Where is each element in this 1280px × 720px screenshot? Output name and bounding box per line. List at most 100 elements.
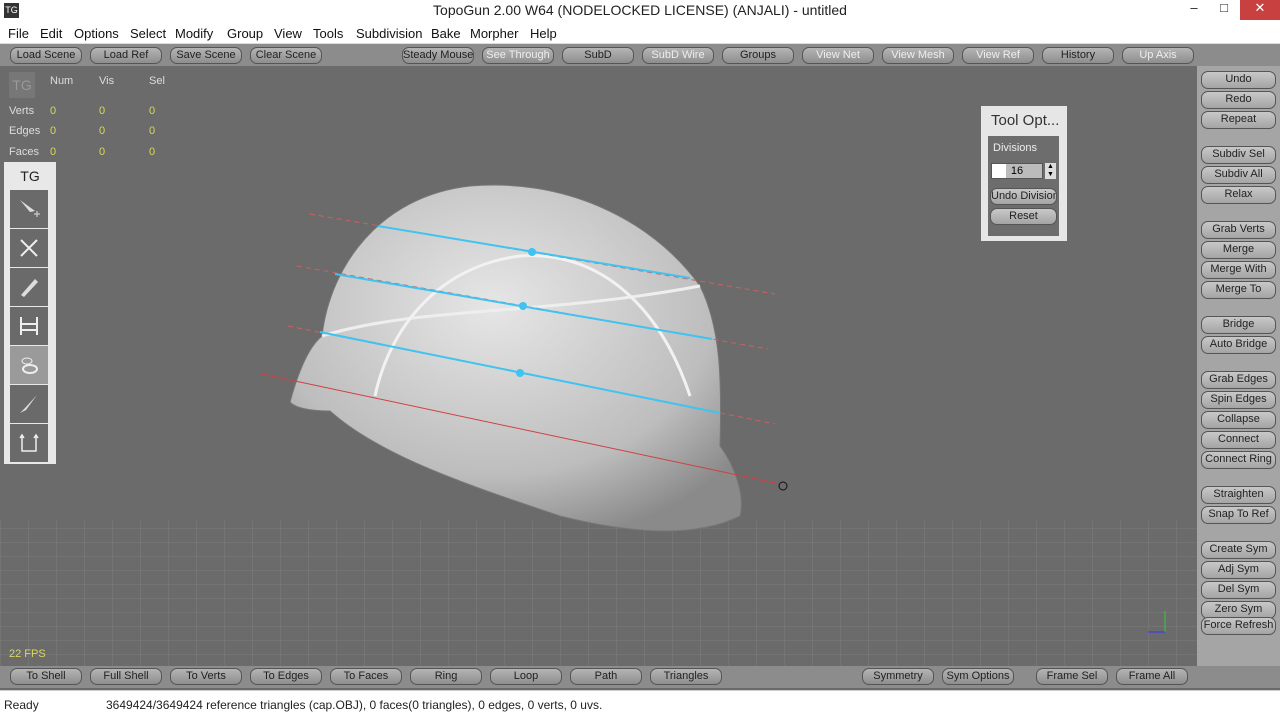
- symmetry-button[interactable]: Symmetry: [862, 668, 934, 685]
- extrude-tool-icon[interactable]: [10, 424, 48, 462]
- sym-options-button[interactable]: Sym Options: [942, 668, 1014, 685]
- redo-button[interactable]: Redo: [1201, 91, 1276, 109]
- view-net-button[interactable]: View Net: [802, 47, 874, 64]
- create-tool-icon[interactable]: [10, 190, 48, 228]
- maximize-button[interactable]: □: [1210, 0, 1238, 20]
- stats-faces-label: Faces: [9, 146, 39, 158]
- merge-with-button[interactable]: Merge With: [1201, 261, 1276, 279]
- floor-grid: [0, 521, 1197, 666]
- relax-button[interactable]: Relax: [1201, 186, 1276, 204]
- tool-options-title: Tool Opt...: [991, 112, 1060, 129]
- minimize-button[interactable]: –: [1180, 0, 1208, 20]
- stats-faces-num: 0: [50, 146, 57, 158]
- status-message: 3649424/3649424 reference triangles (cap…: [106, 698, 603, 712]
- subd-wire-button[interactable]: SubD Wire: [642, 47, 714, 64]
- undo-division-button[interactable]: Undo Division: [990, 188, 1057, 205]
- up-axis-button[interactable]: Up Axis: [1122, 47, 1194, 64]
- connect-button[interactable]: Connect: [1201, 431, 1276, 449]
- create-sym-button[interactable]: Create Sym: [1201, 541, 1276, 559]
- frame-sel-button[interactable]: Frame Sel: [1036, 668, 1108, 685]
- view-ref-button[interactable]: View Ref: [962, 47, 1034, 64]
- undo-button[interactable]: Undo: [1201, 71, 1276, 89]
- rings-tool-icon[interactable]: [10, 346, 48, 384]
- grab-verts-button[interactable]: Grab Verts: [1201, 221, 1276, 239]
- stats-faces-sel: 0: [149, 146, 156, 158]
- view-mesh-button[interactable]: View Mesh: [882, 47, 954, 64]
- loop-button[interactable]: Loop: [490, 668, 562, 685]
- bridge-tool-icon[interactable]: [10, 307, 48, 345]
- merge-button[interactable]: Merge: [1201, 241, 1276, 259]
- ring-button[interactable]: Ring: [410, 668, 482, 685]
- history-button[interactable]: History: [1042, 47, 1114, 64]
- stats-verts-label: Verts: [9, 105, 35, 117]
- status-state: Ready: [4, 698, 39, 712]
- stats-verts-num: 0: [50, 105, 57, 117]
- groups-button[interactable]: Groups: [722, 47, 794, 64]
- stats-header-vis: Vis: [99, 75, 115, 87]
- brush-tool-icon[interactable]: [10, 385, 48, 423]
- menu-view[interactable]: View: [274, 26, 302, 41]
- menu-subdivision[interactable]: Subdivision: [356, 26, 423, 41]
- bridge-button[interactable]: Bridge: [1201, 316, 1276, 334]
- menu-group[interactable]: Group: [227, 26, 263, 41]
- divisions-input[interactable]: 16: [991, 163, 1043, 179]
- menu-select[interactable]: Select: [130, 26, 166, 41]
- stats-edges-label: Edges: [9, 125, 41, 137]
- menu-edit[interactable]: Edit: [40, 26, 62, 41]
- grab-edges-button[interactable]: Grab Edges: [1201, 371, 1276, 389]
- to-verts-button[interactable]: To Verts: [170, 668, 242, 685]
- menu-options[interactable]: Options: [74, 26, 119, 41]
- stats-verts-vis: 0: [99, 105, 106, 117]
- merge-to-button[interactable]: Merge To: [1201, 281, 1276, 299]
- frame-all-button[interactable]: Frame All: [1116, 668, 1188, 685]
- subd-button[interactable]: SubD: [562, 47, 634, 64]
- load-ref-button[interactable]: Load Ref: [90, 47, 162, 64]
- draw-tool-icon[interactable]: [10, 268, 48, 306]
- stats-edges-num: 0: [50, 125, 57, 137]
- menu-tools[interactable]: Tools: [313, 26, 343, 41]
- menu-bake[interactable]: Bake: [431, 26, 461, 41]
- delete-tool-icon[interactable]: [10, 229, 48, 267]
- del-sym-button[interactable]: Del Sym: [1201, 581, 1276, 599]
- straighten-button[interactable]: Straighten: [1201, 486, 1276, 504]
- full-shell-button[interactable]: Full Shell: [90, 668, 162, 685]
- right-panel: Undo Redo Repeat Subdiv Sel Subdiv All R…: [1197, 66, 1280, 666]
- window-title: TopoGun 2.00 W64 (NODELOCKED LICENSE) (A…: [433, 2, 847, 18]
- snap-to-ref-button[interactable]: Snap To Ref: [1201, 506, 1276, 524]
- save-scene-button[interactable]: Save Scene: [170, 47, 242, 64]
- connect-ring-button[interactable]: Connect Ring: [1201, 451, 1276, 469]
- stats-edges-vis: 0: [99, 125, 106, 137]
- adj-sym-button[interactable]: Adj Sym: [1201, 561, 1276, 579]
- stats-header-num: Num: [50, 75, 74, 87]
- repeat-button[interactable]: Repeat: [1201, 111, 1276, 129]
- tool-strip: TG: [4, 162, 56, 464]
- stats-edges-sel: 0: [149, 125, 156, 137]
- viewport-logo: TG: [9, 72, 35, 98]
- steady-mouse-button[interactable]: Steady Mouse: [402, 47, 474, 64]
- clear-scene-button[interactable]: Clear Scene: [250, 47, 322, 64]
- path-button[interactable]: Path: [570, 668, 642, 685]
- divisions-spinner[interactable]: ▲ ▼: [1045, 163, 1056, 179]
- to-faces-button[interactable]: To Faces: [330, 668, 402, 685]
- menu-modify[interactable]: Modify: [175, 26, 213, 41]
- toolstrip-title: TG: [20, 168, 40, 184]
- subdiv-all-button[interactable]: Subdiv All: [1201, 166, 1276, 184]
- tool-options-panel: Tool Opt... Divisions 16 ▲ ▼ Undo Divisio…: [981, 106, 1067, 241]
- load-scene-button[interactable]: Load Scene: [10, 47, 82, 64]
- to-shell-button[interactable]: To Shell: [10, 668, 82, 685]
- divisions-label: Divisions: [993, 142, 1038, 154]
- menu-morpher[interactable]: Morpher: [470, 26, 518, 41]
- see-through-button[interactable]: See Through: [482, 47, 554, 64]
- subdiv-sel-button[interactable]: Subdiv Sel: [1201, 146, 1276, 164]
- collapse-button[interactable]: Collapse: [1201, 411, 1276, 429]
- to-edges-button[interactable]: To Edges: [250, 668, 322, 685]
- spin-edges-button[interactable]: Spin Edges: [1201, 391, 1276, 409]
- triangles-button[interactable]: Triangles: [650, 668, 722, 685]
- reset-button[interactable]: Reset: [990, 208, 1057, 225]
- stats-header-sel: Sel: [149, 75, 165, 87]
- menu-help[interactable]: Help: [530, 26, 557, 41]
- auto-bridge-button[interactable]: Auto Bridge: [1201, 336, 1276, 354]
- menu-file[interactable]: File: [8, 26, 29, 41]
- force-refresh-button[interactable]: Force Refresh: [1201, 617, 1276, 635]
- close-button[interactable]: ✕: [1240, 0, 1280, 20]
